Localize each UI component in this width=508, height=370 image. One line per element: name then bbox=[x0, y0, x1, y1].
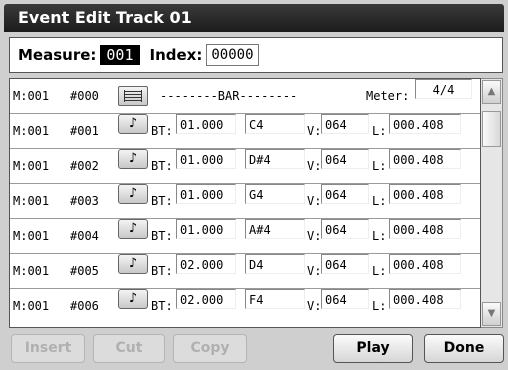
meter-field[interactable]: 4/4 bbox=[415, 79, 472, 99]
bar-event-icon bbox=[118, 86, 148, 106]
measure-cell: M:001 bbox=[13, 159, 50, 173]
velocity-label: V: bbox=[307, 229, 322, 243]
beat-label: BT: bbox=[151, 229, 173, 243]
beat-field[interactable]: 02.000 bbox=[176, 254, 236, 274]
beat-field[interactable]: 01.000 bbox=[176, 184, 236, 204]
beat-label: BT: bbox=[151, 124, 173, 138]
event-number: #001 bbox=[70, 124, 99, 138]
beat-label: BT: bbox=[151, 299, 173, 313]
beat-label: BT: bbox=[151, 159, 173, 173]
length-field[interactable]: 000.408 bbox=[389, 289, 461, 309]
note-icon[interactable]: ♪ bbox=[118, 219, 148, 239]
insert-button[interactable]: Insert bbox=[11, 334, 85, 363]
beat-field[interactable]: 01.000 bbox=[176, 114, 236, 134]
length-field[interactable]: 000.408 bbox=[389, 254, 461, 274]
event-row[interactable]: M:001 #002 ♪ BT: 01.000 D#4 V: 064 L: 00… bbox=[10, 149, 480, 184]
note-icon[interactable]: ♪ bbox=[118, 149, 148, 169]
length-field[interactable]: 000.408 bbox=[389, 184, 461, 204]
event-row-bar[interactable]: M:001 #000 --------BAR-------- Meter: 4/… bbox=[10, 79, 480, 114]
velocity-field[interactable]: 064 bbox=[321, 254, 369, 274]
copy-button[interactable]: Copy bbox=[173, 334, 247, 363]
measure-label: Measure: bbox=[18, 46, 97, 64]
beat-label: BT: bbox=[151, 264, 173, 278]
vertical-scrollbar[interactable]: ▲ ▼ bbox=[481, 78, 503, 328]
note-field[interactable]: A#4 bbox=[245, 219, 305, 239]
note-field[interactable]: G4 bbox=[245, 184, 305, 204]
length-label: L: bbox=[372, 229, 387, 243]
length-field[interactable]: 000.408 bbox=[389, 149, 461, 169]
event-row[interactable]: M:001 #005 ♪ BT: 02.000 D4 V: 064 L: 000… bbox=[10, 254, 480, 289]
measure-cell: M:001 bbox=[13, 194, 50, 208]
event-number: #006 bbox=[70, 299, 99, 313]
done-button[interactable]: Done bbox=[424, 334, 504, 363]
measure-cell: M:001 bbox=[13, 229, 50, 243]
event-number: #003 bbox=[70, 194, 99, 208]
velocity-field[interactable]: 064 bbox=[321, 219, 369, 239]
measure-cell: M:001 bbox=[13, 124, 50, 138]
note-field[interactable]: F4 bbox=[245, 289, 305, 309]
measure-cell: M:001 bbox=[13, 299, 50, 313]
event-list: M:001 #000 --------BAR-------- Meter: 4/… bbox=[9, 78, 481, 328]
note-icon[interactable]: ♪ bbox=[118, 254, 148, 274]
cut-button[interactable]: Cut bbox=[93, 334, 165, 363]
event-row[interactable]: M:001 #004 ♪ BT: 01.000 A#4 V: 064 L: 00… bbox=[10, 219, 480, 254]
note-field[interactable]: D#4 bbox=[245, 149, 305, 169]
measure-bar: Measure: 001 Index: 00000 bbox=[9, 37, 503, 73]
note-icon[interactable]: ♪ bbox=[118, 114, 148, 134]
velocity-field[interactable]: 064 bbox=[321, 114, 369, 134]
window-title: Event Edit Track 01 bbox=[4, 4, 504, 32]
velocity-field[interactable]: 064 bbox=[321, 184, 369, 204]
play-button[interactable]: Play bbox=[333, 334, 413, 363]
note-field[interactable]: D4 bbox=[245, 254, 305, 274]
length-field[interactable]: 000.408 bbox=[389, 114, 461, 134]
event-number: #002 bbox=[70, 159, 99, 173]
event-row[interactable]: M:001 #003 ♪ BT: 01.000 G4 V: 064 L: 000… bbox=[10, 184, 480, 219]
beat-label: BT: bbox=[151, 194, 173, 208]
velocity-label: V: bbox=[307, 159, 322, 173]
velocity-label: V: bbox=[307, 124, 322, 138]
event-number: #004 bbox=[70, 229, 99, 243]
note-icon[interactable]: ♪ bbox=[118, 289, 148, 309]
bar-divider-text: --------BAR-------- bbox=[160, 89, 298, 103]
length-label: L: bbox=[372, 124, 387, 138]
measure-cell: M:001 bbox=[13, 89, 50, 103]
event-number: #005 bbox=[70, 264, 99, 278]
length-label: L: bbox=[372, 299, 387, 313]
velocity-field[interactable]: 064 bbox=[321, 289, 369, 309]
measure-cell: M:001 bbox=[13, 264, 50, 278]
beat-field[interactable]: 02.000 bbox=[176, 289, 236, 309]
measure-field[interactable]: 001 bbox=[100, 45, 140, 65]
velocity-label: V: bbox=[307, 299, 322, 313]
event-row[interactable]: M:001 #001 ♪ BT: 01.000 C4 V: 064 L: 000… bbox=[10, 114, 480, 149]
note-icon[interactable]: ♪ bbox=[118, 184, 148, 204]
note-field[interactable]: C4 bbox=[245, 114, 305, 134]
length-field[interactable]: 000.408 bbox=[389, 219, 461, 239]
event-row[interactable]: M:001 #006 ♪ BT: 02.000 F4 V: 064 L: 000… bbox=[10, 289, 480, 324]
meter-label: Meter: bbox=[366, 89, 410, 103]
index-label: Index: bbox=[149, 46, 203, 64]
velocity-label: V: bbox=[307, 194, 322, 208]
beat-field[interactable]: 01.000 bbox=[176, 219, 236, 239]
length-label: L: bbox=[372, 264, 387, 278]
scroll-thumb[interactable] bbox=[482, 111, 501, 147]
length-label: L: bbox=[372, 159, 387, 173]
event-number: #000 bbox=[70, 89, 99, 103]
velocity-field[interactable]: 064 bbox=[321, 149, 369, 169]
velocity-label: V: bbox=[307, 264, 322, 278]
scroll-down-icon[interactable]: ▼ bbox=[482, 302, 501, 326]
scroll-up-icon[interactable]: ▲ bbox=[482, 80, 501, 104]
beat-field[interactable]: 01.000 bbox=[176, 149, 236, 169]
length-label: L: bbox=[372, 194, 387, 208]
index-field[interactable]: 00000 bbox=[206, 44, 259, 66]
